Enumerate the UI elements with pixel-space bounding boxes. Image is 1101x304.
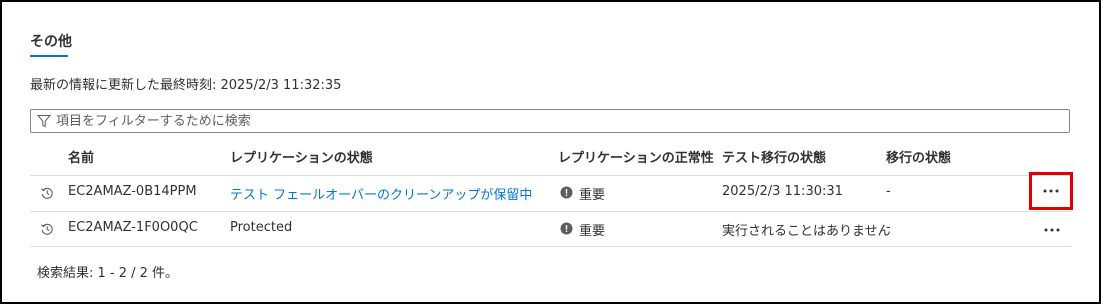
more-actions-button[interactable]: [1032, 214, 1072, 245]
history-icon: [41, 223, 53, 235]
results-count: 検索結果: 1 - 2 / 2 件。: [37, 266, 179, 281]
more-actions-button[interactable]: [1029, 172, 1073, 210]
test-migration-status: 実行されることはありません: [722, 224, 891, 239]
warning-icon: [560, 222, 573, 235]
table-row[interactable]: EC2AMAZ-1F0O0QC Protected 重要 実行されることはありま…: [30, 211, 1071, 246]
column-header-replication-status[interactable]: レプリケーションの状態: [230, 147, 373, 166]
migration-status: -: [886, 220, 891, 235]
replication-health: 重要: [579, 224, 606, 239]
table-row[interactable]: EC2AMAZ-0B14PPM テスト フェールオーバーのクリーンアップが保留中…: [30, 172, 1073, 210]
column-header-test-migration-status[interactable]: テスト移行の状態: [722, 147, 826, 166]
filter-search-input[interactable]: [56, 111, 1056, 131]
more-horizontal-icon: [1044, 228, 1060, 231]
replication-status: Protected: [230, 220, 293, 235]
more-horizontal-icon: [1043, 189, 1059, 193]
test-migration-status: 2025/2/3 11:30:31: [722, 184, 843, 199]
column-header-replication-health[interactable]: レプリケーションの正常性: [558, 147, 714, 166]
last-updated-text: 最新の情報に更新した最終時刻: 2025/2/3 11:32:35: [30, 78, 342, 93]
row-name[interactable]: EC2AMAZ-0B14PPM: [68, 184, 197, 199]
history-icon: [41, 187, 53, 199]
filter-icon: [37, 115, 51, 128]
column-header-name[interactable]: 名前: [68, 147, 94, 166]
filter-box[interactable]: [30, 109, 1070, 133]
migration-status: -: [886, 184, 891, 199]
column-header-migration-status[interactable]: 移行の状態: [886, 147, 951, 166]
row-name[interactable]: EC2AMAZ-1F0O0QC: [68, 220, 198, 235]
replication-health: 重要: [579, 188, 606, 203]
section-tab-underline: [30, 55, 68, 57]
table-divider: [30, 246, 1071, 247]
warning-icon: [560, 186, 573, 199]
replication-status-link[interactable]: テスト フェールオーバーのクリーンアップが保留中: [230, 184, 532, 203]
section-tab-other[interactable]: その他: [30, 31, 72, 51]
